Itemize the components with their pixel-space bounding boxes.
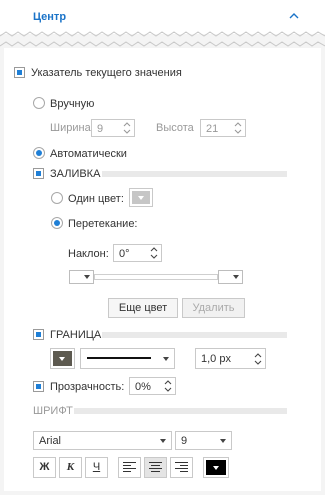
delete-button[interactable]: Удалить bbox=[182, 298, 245, 318]
fill-section-label: ЗАЛИВКА bbox=[50, 168, 101, 180]
spinner-arrows-icon[interactable] bbox=[164, 379, 172, 393]
panel-title: Центр bbox=[33, 11, 67, 23]
height-spinner[interactable]: 21 bbox=[200, 119, 246, 137]
font-section-divider bbox=[74, 408, 287, 414]
single-color-radio[interactable] bbox=[51, 192, 63, 204]
font-family-select[interactable]: Arial bbox=[33, 431, 172, 450]
manual-size-radio[interactable] bbox=[33, 97, 45, 109]
align-center-icon bbox=[149, 462, 162, 472]
font-size-value: 9 bbox=[181, 435, 188, 447]
dropdown-arrow-icon bbox=[163, 357, 169, 361]
dropdown-arrow-icon bbox=[160, 439, 166, 443]
indicator-checkbox[interactable] bbox=[14, 67, 25, 78]
transparency-label: Прозрачность: bbox=[50, 381, 125, 393]
border-style-select[interactable] bbox=[80, 348, 175, 369]
dropdown-arrow-icon bbox=[220, 439, 226, 443]
panel-header[interactable]: Центр bbox=[0, 0, 325, 34]
border-checkbox[interactable] bbox=[33, 329, 44, 340]
auto-size-label: Автоматически bbox=[50, 148, 127, 160]
manual-size-label: Вручную bbox=[50, 98, 95, 110]
fill-section-divider bbox=[102, 171, 287, 177]
border-section-label: ГРАНИЦА bbox=[50, 329, 102, 341]
italic-button[interactable]: К bbox=[59, 457, 82, 478]
torn-edge-divider bbox=[0, 31, 325, 47]
align-right-icon bbox=[175, 462, 188, 472]
chevron-up-icon[interactable] bbox=[287, 9, 301, 23]
single-color-picker[interactable] bbox=[129, 188, 153, 207]
indicator-label: Указатель текущего значения bbox=[31, 67, 182, 79]
spinner-arrows-icon[interactable] bbox=[150, 246, 158, 260]
gradient-slider-track[interactable] bbox=[94, 274, 218, 280]
align-center-button[interactable] bbox=[144, 457, 167, 478]
dropdown-arrow-icon bbox=[233, 275, 239, 279]
spinner-arrows-icon[interactable] bbox=[123, 121, 131, 135]
transparency-spinner[interactable]: 0% bbox=[129, 377, 176, 395]
fill-checkbox[interactable] bbox=[33, 168, 44, 179]
gradient-start-stop[interactable] bbox=[69, 270, 94, 284]
spinner-arrows-icon[interactable] bbox=[234, 121, 242, 135]
angle-label: Наклон: bbox=[68, 248, 109, 260]
border-section-divider bbox=[102, 332, 287, 338]
align-right-button[interactable] bbox=[170, 457, 193, 478]
font-family-value: Arial bbox=[39, 435, 62, 447]
align-left-button[interactable] bbox=[118, 457, 141, 478]
dropdown-arrow-icon bbox=[138, 196, 144, 200]
single-color-label: Один цвет: bbox=[68, 193, 124, 205]
width-label: Ширина bbox=[50, 122, 91, 134]
underline-button[interactable]: Ч bbox=[85, 457, 108, 478]
dropdown-arrow-icon bbox=[84, 275, 90, 279]
bold-button[interactable]: Ж bbox=[33, 457, 56, 478]
transparency-value: 0% bbox=[135, 381, 151, 393]
font-section-label: ШРИФТ bbox=[33, 405, 73, 417]
gradient-end-stop[interactable] bbox=[218, 270, 243, 284]
transparency-checkbox[interactable] bbox=[33, 381, 44, 392]
angle-value: 0° bbox=[119, 248, 130, 260]
settings-panel bbox=[4, 48, 321, 491]
dropdown-arrow-icon bbox=[213, 466, 219, 470]
height-value: 21 bbox=[206, 123, 219, 135]
spinner-arrows-icon[interactable] bbox=[254, 352, 262, 366]
font-size-select[interactable]: 9 bbox=[175, 431, 232, 450]
angle-spinner[interactable]: 0° bbox=[113, 244, 162, 262]
font-color-picker[interactable] bbox=[203, 457, 229, 478]
height-label: Высота bbox=[156, 122, 194, 134]
auto-size-radio[interactable] bbox=[33, 147, 45, 159]
dropdown-arrow-icon bbox=[59, 357, 65, 361]
width-value: 9 bbox=[97, 123, 104, 135]
border-width-spinner[interactable]: 1,0 px bbox=[195, 348, 266, 369]
gradient-label: Перетекание: bbox=[68, 218, 138, 230]
border-width-value: 1,0 px bbox=[201, 353, 231, 365]
gradient-radio[interactable] bbox=[51, 217, 63, 229]
border-color-picker[interactable] bbox=[50, 348, 75, 369]
solid-line-preview bbox=[87, 357, 151, 359]
width-spinner[interactable]: 9 bbox=[91, 119, 135, 137]
align-left-icon bbox=[123, 462, 136, 472]
more-color-button[interactable]: Еще цвет bbox=[108, 298, 178, 318]
